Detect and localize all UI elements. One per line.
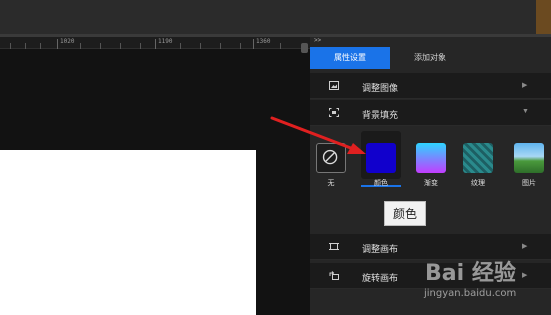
menu-rotate-canvas-label: 旋转画布 bbox=[362, 273, 399, 283]
gradient-swatch bbox=[416, 143, 446, 173]
fill-option-color[interactable]: 颜色 bbox=[363, 140, 399, 194]
menu-adjust-canvas-label: 调整画布 bbox=[362, 244, 399, 254]
panel-tabs: 属性设置 添加对象 bbox=[310, 47, 551, 69]
fill-option-none[interactable]: 无 bbox=[313, 140, 349, 194]
rotate-icon bbox=[329, 271, 339, 280]
chevron-right-icon: ▶ bbox=[522, 82, 528, 89]
ruler-label: 1190 bbox=[158, 38, 173, 45]
chevron-down-icon: ▼ bbox=[522, 108, 529, 115]
vertical-scrollbar-handle[interactable] bbox=[301, 43, 308, 53]
ruler-tick bbox=[40, 43, 41, 49]
image-swatch bbox=[514, 143, 544, 173]
fill-option-gradient[interactable]: 渐变 bbox=[413, 140, 449, 194]
fill-option-label: 无 bbox=[327, 180, 335, 187]
tab-add-object[interactable]: 添加对象 bbox=[390, 47, 470, 69]
menu-adjust-image-label: 调整图像 bbox=[362, 83, 399, 93]
chevron-right-icon: ▶ bbox=[522, 243, 528, 250]
ruler-tick bbox=[120, 43, 121, 49]
ruler-tick bbox=[140, 43, 141, 49]
ruler-tick bbox=[180, 43, 181, 49]
menu-adjust-image[interactable]: 调整图像 ▶ bbox=[310, 73, 551, 99]
menu-background-fill[interactable]: 背景填充 ▼ bbox=[310, 100, 551, 126]
ruler-tick-major bbox=[155, 39, 156, 49]
image-icon bbox=[329, 81, 339, 90]
watermark: Bai 经验 jingyan.baidu.com bbox=[420, 255, 550, 315]
ruler-tick bbox=[280, 43, 281, 49]
no-fill-swatch bbox=[316, 143, 346, 173]
ruler-tick-major bbox=[253, 39, 254, 49]
tab-property-settings[interactable]: 属性设置 bbox=[310, 47, 390, 69]
fill-option-label: 纹理 bbox=[471, 180, 485, 187]
ruler-tick bbox=[10, 43, 11, 49]
canvas-page[interactable] bbox=[0, 150, 256, 315]
collapse-panel-icon[interactable]: >> bbox=[314, 38, 321, 44]
color-tooltip: 颜色 bbox=[384, 201, 426, 226]
top-bar bbox=[0, 0, 551, 37]
fill-option-image[interactable]: 图片 bbox=[511, 140, 547, 194]
fill-options: 无 颜色 渐变 纹理 图片 bbox=[310, 128, 551, 232]
ruler-tick bbox=[100, 43, 101, 49]
fill-option-texture[interactable]: 纹理 bbox=[460, 140, 496, 194]
ruler-tick bbox=[25, 43, 26, 49]
ruler-tick bbox=[220, 43, 221, 49]
ruler-tick bbox=[80, 43, 81, 49]
menu-background-fill-label: 背景填充 bbox=[362, 110, 399, 120]
ruler-tick bbox=[240, 43, 241, 49]
color-swatch bbox=[366, 143, 396, 173]
fill-option-label: 图片 bbox=[522, 180, 536, 187]
fill-option-label: 渐变 bbox=[424, 180, 438, 187]
top-corner-badge[interactable] bbox=[536, 0, 551, 34]
fill-option-label: 颜色 bbox=[374, 180, 388, 187]
no-fill-icon bbox=[322, 149, 338, 165]
crop-icon bbox=[329, 108, 339, 117]
ruler-label: 1020 bbox=[60, 38, 75, 45]
ruler-tick bbox=[200, 43, 201, 49]
ruler-tick-major bbox=[57, 39, 58, 49]
watermark-logo: Bai 经验 bbox=[425, 261, 516, 286]
canvas-area[interactable]: 1020 1190 1360 bbox=[0, 37, 310, 315]
horizontal-ruler: 1020 1190 1360 bbox=[0, 37, 310, 49]
canvas-icon bbox=[329, 243, 339, 250]
ruler-label: 1360 bbox=[256, 38, 271, 45]
watermark-url: jingyan.baidu.com bbox=[424, 288, 517, 299]
texture-swatch bbox=[463, 143, 493, 173]
